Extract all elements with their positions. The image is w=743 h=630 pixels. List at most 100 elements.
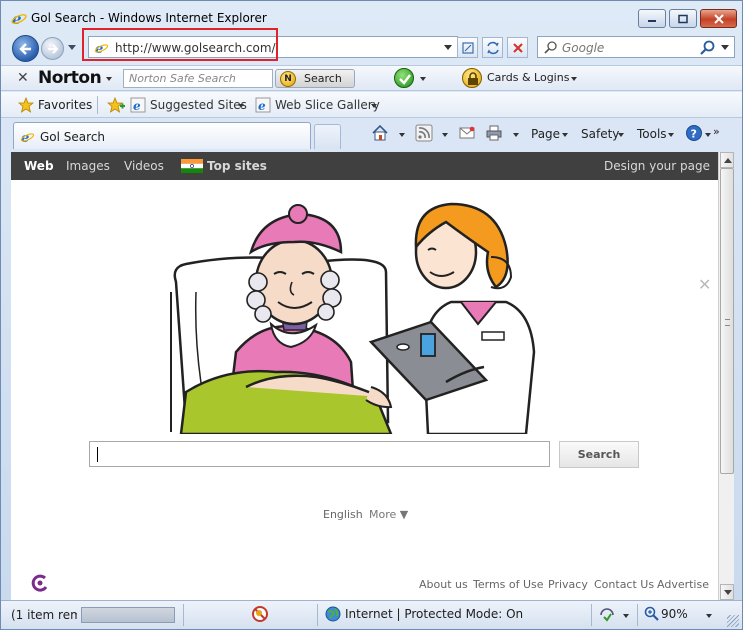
forward-button[interactable] (41, 37, 64, 60)
status-separator (591, 604, 592, 626)
compatibility-icon (461, 41, 474, 54)
golsearch-logo-icon[interactable] (29, 572, 51, 594)
more-languages-link[interactable]: More ▼ (369, 508, 408, 521)
address-dropdown[interactable] (444, 45, 452, 50)
status-bar: (1 item remaining) Internet | Protected … (1, 600, 742, 629)
main-search-button[interactable]: Search (559, 441, 639, 468)
site-nav-images[interactable]: Images (66, 159, 110, 173)
back-arrow-icon (18, 42, 31, 55)
design-your-page-link[interactable]: Design your page (604, 159, 710, 173)
scroll-grip (725, 319, 730, 326)
read-mail-icon[interactable] (458, 124, 476, 142)
chevron-overflow-icon[interactable]: » (713, 125, 720, 138)
norton-logo[interactable]: Norton (38, 68, 102, 88)
suggested-sites-link[interactable]: Suggested Sites (150, 98, 247, 112)
home-dropdown[interactable] (399, 133, 405, 137)
ie-logo-icon: e (11, 10, 27, 26)
search-dropdown[interactable] (721, 45, 729, 50)
resize-grip[interactable] (727, 615, 739, 627)
new-tab-button[interactable] (314, 124, 341, 149)
refresh-icon (486, 41, 499, 54)
dismiss-close-icon[interactable]: ✕ (698, 275, 711, 294)
page-menu-dropdown[interactable] (562, 133, 568, 137)
site-nav-top-sites[interactable]: Top sites (207, 159, 267, 173)
site-nav-bar: Web Images Videos Top sites Design your … (11, 152, 718, 180)
cards-logins-label[interactable]: Cards & Logins (487, 71, 569, 84)
stop-button[interactable] (507, 37, 528, 58)
favorites-star-icon (18, 97, 34, 113)
zoom-level[interactable]: 90% (661, 607, 688, 621)
search-box[interactable]: Google (537, 36, 735, 58)
search-icon[interactable] (700, 40, 716, 56)
back-button[interactable] (12, 35, 39, 62)
favorites-separator (97, 96, 98, 114)
scroll-up-arrow-icon (724, 158, 732, 163)
internet-zone-globe-icon (325, 606, 341, 622)
footer-advertise[interactable]: Advertise (657, 578, 709, 591)
footer-terms[interactable]: Terms of Use (473, 578, 544, 591)
security-zone-text[interactable]: Internet | Protected Mode: On (345, 607, 523, 621)
norton-safe-check-icon[interactable] (394, 68, 414, 88)
footer-privacy[interactable]: Privacy (548, 578, 588, 591)
tab-gol-search[interactable]: e Gol Search (13, 122, 311, 149)
maximize-button[interactable] (669, 9, 697, 28)
safety-menu-dropdown[interactable] (618, 133, 624, 137)
cards-logins-dropdown[interactable] (571, 77, 577, 81)
protected-mode-dropdown[interactable] (623, 614, 629, 618)
zoom-magnifier-icon (644, 606, 659, 621)
safety-menu[interactable]: Safety (581, 127, 619, 141)
norton-close-icon[interactable]: ✕ (17, 70, 29, 86)
site-nav-videos[interactable]: Videos (124, 159, 164, 173)
norton-coin-icon: N (280, 71, 296, 87)
svg-text:e: e (133, 99, 141, 113)
suggested-sites-dropdown[interactable] (238, 104, 244, 108)
web-slice-gallery-link[interactable]: Web Slice Gallery (275, 98, 380, 112)
language-english-link[interactable]: English (323, 508, 363, 521)
refresh-button[interactable] (482, 37, 503, 58)
web-content: Web Images Videos Top sites Design your … (11, 152, 718, 600)
favorites-button[interactable]: Favorites (38, 98, 92, 112)
minimize-button[interactable] (638, 9, 666, 28)
scroll-down-button[interactable] (720, 584, 734, 600)
print-dropdown[interactable] (513, 133, 519, 137)
norton-toolbar: ✕ Norton Norton Safe Search N Search Car… (1, 65, 742, 91)
norton-search-button[interactable]: N Search (275, 69, 355, 88)
status-separator (317, 604, 318, 626)
print-icon[interactable] (485, 124, 503, 142)
minimize-icon (648, 19, 656, 22)
tab-label: Gol Search (40, 130, 106, 144)
compatibility-button[interactable] (457, 37, 478, 58)
scroll-thumb[interactable] (720, 168, 734, 474)
add-to-favorites-icon[interactable] (107, 97, 125, 113)
protected-mode-icon[interactable] (598, 606, 616, 624)
feeds-dropdown[interactable] (442, 133, 448, 137)
help-dropdown[interactable] (705, 133, 711, 137)
page-menu[interactable]: Page (531, 127, 560, 141)
help-icon[interactable]: ? (685, 124, 703, 142)
norton-safe-dropdown[interactable] (420, 77, 426, 81)
main-search-input[interactable] (89, 441, 550, 467)
close-icon (713, 13, 724, 24)
privacy-report-icon[interactable] (251, 605, 269, 623)
norton-search-input[interactable]: Norton Safe Search (123, 69, 273, 88)
footer-contact-us[interactable]: Contact Us (594, 578, 654, 591)
feeds-icon[interactable] (415, 124, 433, 142)
identity-safe-lock-icon[interactable] (462, 68, 482, 88)
maximize-icon (678, 14, 688, 23)
close-button[interactable] (700, 9, 737, 28)
status-separator (183, 604, 184, 626)
web-slice-gallery-icon: e (255, 97, 271, 113)
recent-pages-dropdown[interactable] (68, 45, 76, 50)
vertical-scrollbar[interactable] (718, 152, 734, 600)
zoom-dropdown[interactable] (706, 614, 712, 618)
web-slice-gallery-dropdown[interactable] (371, 104, 377, 108)
site-nav-web[interactable]: Web (24, 159, 54, 173)
svg-text:e: e (258, 99, 266, 113)
footer-about-us[interactable]: About us (419, 578, 468, 591)
norton-menu-dropdown[interactable] (106, 77, 112, 81)
tools-menu-dropdown[interactable] (668, 133, 674, 137)
home-icon[interactable] (371, 124, 389, 142)
india-flag-icon (181, 159, 203, 173)
scroll-up-button[interactable] (720, 152, 734, 168)
tools-menu[interactable]: Tools (637, 127, 667, 141)
